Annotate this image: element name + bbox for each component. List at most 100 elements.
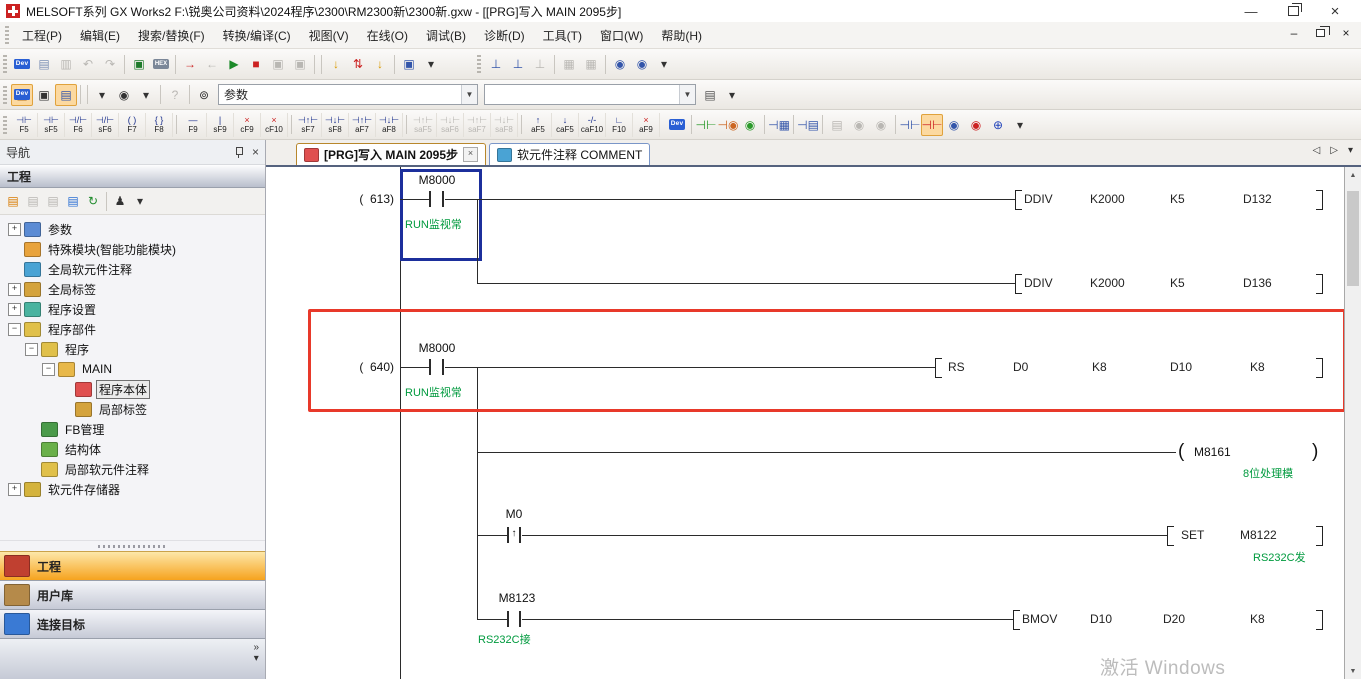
fkey-delete-horizontal-line[interactable]: ×cF9 xyxy=(234,113,261,137)
restore-button[interactable] xyxy=(1285,3,1301,19)
menu-find-replace[interactable]: 搜索/替换(F) xyxy=(129,24,214,47)
menu-online[interactable]: 在线(O) xyxy=(358,24,417,47)
nav-project-button[interactable]: 工程 xyxy=(0,551,265,580)
monitor-write-mode-icon[interactable]: ⊣⊢ xyxy=(921,114,943,136)
nav-more-chevron[interactable]: » xyxy=(253,642,259,653)
contact-m8123[interactable] xyxy=(507,611,509,627)
contact-m8123-label[interactable]: M8123 xyxy=(494,591,540,605)
fkey-close-contact[interactable]: ⊣/⊢F6 xyxy=(65,113,92,137)
instr-ddiv1-arg3[interactable]: D132 xyxy=(1243,192,1272,206)
coil-m8161-comment[interactable]: 8位处理模 xyxy=(1243,465,1293,481)
instr-ddiv2-arg1[interactable]: K2000 xyxy=(1090,276,1125,290)
pin-icon[interactable] xyxy=(234,146,244,158)
refresh-icon[interactable]: ↻ xyxy=(83,191,103,211)
panel-close-icon[interactable]: × xyxy=(252,145,259,159)
scroll-up-icon[interactable]: ▲ xyxy=(1345,167,1361,183)
tree-item-structure[interactable]: 结构体 xyxy=(0,439,265,459)
fkey-falling-pulse-close-branch[interactable]: ⊣↓⊢saF8 xyxy=(491,113,518,137)
menu-view[interactable]: 视图(V) xyxy=(300,24,358,47)
copy-icon[interactable]: ▤ xyxy=(33,53,55,75)
tree-item-fb-management[interactable]: FB管理 xyxy=(0,419,265,439)
module-configuration-icon[interactable]: ▣ xyxy=(33,84,55,106)
fkey-rising-pulse-close[interactable]: ⊣↑⊢saF5 xyxy=(410,113,437,137)
fkey-rising-pulse-branch[interactable]: ⊣↑⊢aF7 xyxy=(349,113,376,137)
find-device-dropdown[interactable]: ▾ xyxy=(135,84,157,106)
tree-expander-icon[interactable]: + xyxy=(8,223,21,236)
instr-set-op[interactable]: SET xyxy=(1181,528,1204,542)
tree-item-pou[interactable]: − 程序部件 xyxy=(0,319,265,339)
user-sort-dropdown[interactable]: ▾ xyxy=(130,191,150,211)
instr-ddiv1-arg2[interactable]: K5 xyxy=(1170,192,1185,206)
menu-debug[interactable]: 调试(B) xyxy=(417,24,475,47)
copy-data-icon[interactable]: ▤ xyxy=(23,191,43,211)
nav-more-arrow[interactable]: ▾ xyxy=(253,653,259,664)
coil-m8161-label[interactable]: M8161 xyxy=(1194,445,1231,459)
hex-display-icon[interactable]: HEX xyxy=(150,53,172,75)
device-terminal-icon[interactable]: ▣ xyxy=(128,53,150,75)
fkey-falling-pulse-branch[interactable]: ⊣↓⊢aF8 xyxy=(376,113,403,137)
contact-m8123[interactable] xyxy=(519,611,521,627)
fkey-horizontal-line[interactable]: —F9 xyxy=(180,113,207,137)
edit-contact-icon[interactable]: ⊣◉ xyxy=(717,114,739,136)
tree-item-program-body[interactable]: 程序本体 xyxy=(0,379,265,399)
fkey-delete-branch[interactable]: ×aF9 xyxy=(633,113,660,137)
m8122-comment[interactable]: RS232C发 xyxy=(1253,549,1306,565)
ladder-monitor-icon[interactable]: ⊥ xyxy=(485,53,507,75)
device-monitor2-icon[interactable]: Dev xyxy=(11,53,33,75)
skip-run-icon[interactable]: ⇅ xyxy=(347,53,369,75)
toolbar-options-icon[interactable]: ▾ xyxy=(721,84,743,106)
tab-scroll-left-icon[interactable]: ◁ xyxy=(1313,145,1321,156)
device-display-setting-icon[interactable]: Dev xyxy=(11,84,33,106)
watch-window1-icon[interactable]: ◉ xyxy=(609,53,631,75)
tree-item-program[interactable]: − 程序 xyxy=(0,339,265,359)
watch-window2-icon[interactable]: ◉ xyxy=(631,53,653,75)
find-ladder-icon[interactable]: ◉ xyxy=(943,114,965,136)
tree-expander-icon[interactable]: − xyxy=(42,363,55,376)
nav-connection-destination-button[interactable]: 连接目标 xyxy=(0,609,265,638)
fkey-rising-pulse-close-branch[interactable]: ⊣↑⊢saF7 xyxy=(464,113,491,137)
combo-dropdown-icon[interactable]: ▼ xyxy=(679,85,695,104)
edit-ladder-icon[interactable]: ⊣⊢ xyxy=(695,114,717,136)
monitor-mode-icon[interactable]: ⊣⊢ xyxy=(899,114,921,136)
ladder-editor[interactable]: ( 613) M8000 RUN监视常 DDIV K2000 K5 D132 xyxy=(266,167,1344,679)
combo-dropdown-icon[interactable]: ▼ xyxy=(461,85,477,104)
fkey-delete-vertical-line[interactable]: ×cF10 xyxy=(261,113,288,137)
tree-item-global-device-comment[interactable]: 全局软元件注释 xyxy=(0,259,265,279)
device-display-dropdown[interactable]: ▾ xyxy=(91,84,113,106)
menu-convert-compile[interactable]: 转换/编译(C) xyxy=(214,24,300,47)
sampling-trace-icon[interactable]: ▦ xyxy=(558,53,580,75)
display-target-icon[interactable]: ▤ xyxy=(699,84,721,106)
mdi-minimize-button[interactable]: – xyxy=(1287,26,1301,40)
monitor-pause-icon[interactable]: ▣ xyxy=(267,53,289,75)
find-icon[interactable]: ⊚ xyxy=(193,84,215,106)
paste-data-icon[interactable]: ▤ xyxy=(43,191,63,211)
fkey-invert-falling[interactable]: ↓caF5 xyxy=(552,113,579,137)
fkey-rising-pulse[interactable]: ⊣↑⊢sF7 xyxy=(295,113,322,137)
read-mode-icon[interactable]: ◉ xyxy=(848,114,870,136)
tree-expander-icon[interactable]: + xyxy=(8,303,21,316)
data-select-combo[interactable]: 参数 ▼ xyxy=(218,84,478,105)
menu-help[interactable]: 帮助(H) xyxy=(652,24,711,47)
help-icon[interactable]: ? xyxy=(164,84,186,106)
write-to-plc-icon[interactable]: → xyxy=(179,53,201,75)
tree-expander-icon[interactable]: − xyxy=(25,343,38,356)
tree-item-local-label[interactable]: 局部标签 xyxy=(0,399,265,419)
fkey-falling-pulse[interactable]: ⊣↓⊢sF8 xyxy=(322,113,349,137)
instr-set-arg1[interactable]: M8122 xyxy=(1240,528,1277,542)
zoom-icon[interactable]: ⊕ xyxy=(987,114,1009,136)
fkey-coil[interactable]: ( )F7 xyxy=(119,113,146,137)
monitor-start-icon[interactable]: ▶ xyxy=(223,53,245,75)
contact-m0-rising[interactable] xyxy=(519,527,521,543)
fkey-overflow-icon[interactable]: ▾ xyxy=(1009,114,1031,136)
fkey-open-branch[interactable]: ⊣⊢sF5 xyxy=(38,113,65,137)
fkey-close-branch[interactable]: ⊣/⊢sF6 xyxy=(92,113,119,137)
data-information-icon[interactable]: ▤ xyxy=(63,191,83,211)
tab-close-icon[interactable]: × xyxy=(463,147,478,162)
fkey-vertical-line[interactable]: |sF9 xyxy=(207,113,234,137)
instr-bmov-arg2[interactable]: D20 xyxy=(1163,612,1185,626)
note-edit-icon[interactable]: ▤ xyxy=(826,114,848,136)
read-from-plc-icon[interactable]: ← xyxy=(201,53,223,75)
tree-item-global-label[interactable]: + 全局标签 xyxy=(0,279,265,299)
secondary-combo[interactable]: ▼ xyxy=(484,84,696,105)
instr-bmov-arg1[interactable]: D10 xyxy=(1090,612,1112,626)
